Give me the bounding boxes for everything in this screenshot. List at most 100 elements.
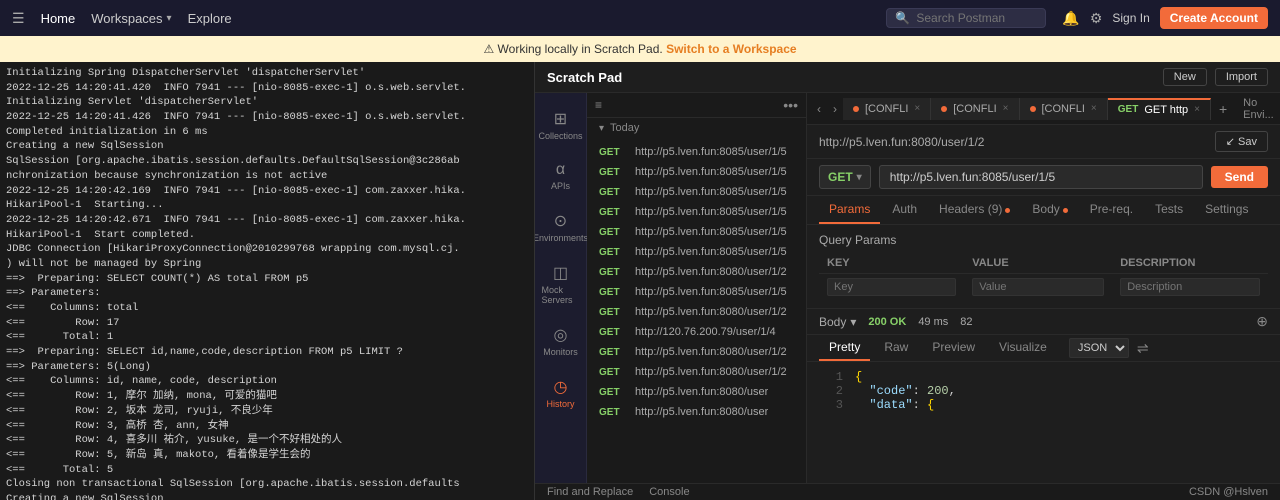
new-button[interactable]: New [1163, 68, 1207, 86]
response-size: 82 [960, 316, 972, 328]
history-method: GET [599, 327, 627, 338]
history-list[interactable]: GEThttp://p5.lven.fun:8085/user/1/5GETht… [587, 138, 806, 483]
console-button[interactable]: Console [649, 486, 689, 498]
nav-explore[interactable]: Explore [188, 11, 232, 26]
terminal-line: <== Row: 17 [6, 316, 528, 331]
history-item[interactable]: GEThttp://p5.lven.fun:8085/user/1/5 [587, 202, 806, 222]
resp-tab-raw[interactable]: Raw [874, 335, 918, 361]
terminal-line: Creating a new SqlSession [6, 139, 528, 154]
nav-workspaces[interactable]: Workspaces ▾ [91, 11, 171, 26]
resp-tab-visualize[interactable]: Visualize [989, 335, 1057, 361]
method-select[interactable]: GET ▾ [819, 165, 871, 189]
terminal-panel[interactable]: Initializing Spring DispatcherServlet 'd… [0, 62, 535, 500]
params-section: Query Params KEY VALUE DESCRIPTION [807, 225, 1280, 308]
response-body[interactable]: 1{ 2 "code": 200, 3 "data": { [807, 362, 1280, 483]
tabs-next-button[interactable]: › [827, 98, 843, 120]
tab-close-icon[interactable]: × [914, 103, 920, 114]
tabs-prev-button[interactable]: ‹ [811, 98, 827, 120]
tabs-container: [CONFLI×[CONFLI×[CONFLI×GETGET http× [843, 98, 1211, 120]
wrap-icon[interactable]: ⇌ [1137, 340, 1149, 357]
url-input[interactable] [879, 165, 1203, 189]
terminal-line: JDBC Connection [HikariProxyConnection@2… [6, 242, 528, 257]
filter-icon[interactable]: ≡ [595, 98, 602, 112]
history-url: http://p5.lven.fun:8080/user [635, 386, 768, 398]
req-tab-params[interactable]: Params [819, 196, 880, 224]
nav-search[interactable]: 🔍 [886, 8, 1046, 28]
req-tab-body[interactable]: Body [1022, 196, 1077, 224]
body-label[interactable]: Body ▾ [819, 315, 856, 329]
key-input[interactable] [827, 278, 956, 296]
bell-icon[interactable]: 🔔 [1062, 10, 1079, 27]
tab-label: [CONFLI [865, 103, 908, 115]
history-filter-bar: ≡ ••• [587, 93, 806, 118]
history-item[interactable]: GEThttp://p5.lven.fun:8080/user/1/2 [587, 342, 806, 362]
history-item[interactable]: GEThttp://p5.lven.fun:8085/user/1/5 [587, 142, 806, 162]
value-input[interactable] [972, 278, 1104, 296]
req-tab-auth[interactable]: Auth [882, 196, 927, 224]
import-button[interactable]: Import [1215, 68, 1268, 86]
terminal-line: 2022-12-25 14:20:42.671 INFO 7941 --- [n… [6, 213, 528, 228]
settings-icon[interactable]: ⚙ [1090, 10, 1103, 27]
history-item[interactable]: GEThttp://120.76.200.79/user/1/4 [587, 322, 806, 342]
sidebar-item-collections[interactable]: ⊞Collections [538, 101, 584, 149]
sidebar-item-environments[interactable]: ⊙Environments [538, 203, 584, 251]
history-item[interactable]: GEThttp://p5.lven.fun:8085/user/1/5 [587, 182, 806, 202]
tab-close-icon[interactable]: × [1003, 103, 1009, 114]
history-item[interactable]: GEThttp://p5.lven.fun:8080/user [587, 402, 806, 422]
save-button[interactable]: ↙ Sav [1215, 131, 1268, 152]
key-column-header: KEY [819, 253, 964, 274]
sidebar-item-apis[interactable]: αAPIs [538, 153, 584, 199]
tab-item-1[interactable]: [CONFLI× [931, 98, 1019, 120]
sidebar-icon-label: Environments [535, 233, 588, 243]
desc-input[interactable] [1120, 278, 1260, 296]
history-url: http://p5.lven.fun:8085/user/1/5 [635, 166, 787, 178]
tab-item-0[interactable]: [CONFLI × [843, 98, 931, 120]
json-format-select[interactable]: JSON [1069, 338, 1129, 358]
environment-selector[interactable]: No Envi... [1235, 97, 1280, 121]
req-tab-pre-req-[interactable]: Pre-req. [1080, 196, 1143, 224]
switch-workspace-link[interactable]: Switch to a Workspace [666, 42, 796, 56]
history-item[interactable]: GEThttp://p5.lven.fun:8080/user/1/2 [587, 262, 806, 282]
tab-item-2[interactable]: [CONFLI× [1020, 98, 1108, 120]
terminal-line: 2022-12-25 14:20:41.426 INFO 7941 --- [n… [6, 110, 528, 125]
history-item[interactable]: GEThttp://p5.lven.fun:8085/user/1/5 [587, 222, 806, 242]
history-method: GET [599, 187, 627, 198]
format-icon[interactable]: ⊕ [1256, 313, 1268, 330]
hamburger-icon[interactable]: ☰ [12, 10, 25, 27]
history-item[interactable]: GEThttp://p5.lven.fun:8085/user/1/5 [587, 282, 806, 302]
history-url: http://p5.lven.fun:8085/user/1/5 [635, 226, 787, 238]
nav-home[interactable]: Home [41, 11, 76, 26]
terminal-line: Creating a new SqlSession [6, 492, 528, 500]
terminal-line: <== Row: 5, 新岛 真, makoto, 看着像是学生会的 [6, 448, 528, 463]
search-input[interactable] [916, 11, 1026, 25]
add-tab-button[interactable]: + [1211, 97, 1235, 121]
postman-inner: ⊞CollectionsαAPIs⊙Environments◫Mock Serv… [535, 93, 1280, 483]
sidebar-icon-sym: α [556, 161, 565, 179]
sidebar-item-history[interactable]: ◷History [538, 369, 584, 417]
history-item[interactable]: GEThttp://p5.lven.fun:8080/user/1/2 [587, 302, 806, 322]
json-line-2: 2 "code": 200, [819, 384, 1268, 398]
tab-item-3[interactable]: GETGET http× [1108, 98, 1211, 120]
send-button[interactable]: Send [1211, 166, 1268, 188]
history-item[interactable]: GEThttp://p5.lven.fun:8080/user/1/2 [587, 362, 806, 382]
terminal-line: ==> Parameters: 5(Long) [6, 360, 528, 375]
req-tab-headers----[interactable]: Headers (9) [929, 196, 1020, 224]
resp-tab-pretty[interactable]: Pretty [819, 335, 870, 361]
signin-button[interactable]: Sign In [1112, 11, 1149, 25]
tab-unsaved-dot [941, 106, 947, 112]
history-item[interactable]: GEThttp://p5.lven.fun:8085/user/1/5 [587, 162, 806, 182]
create-account-button[interactable]: Create Account [1160, 7, 1268, 29]
find-replace-button[interactable]: Find and Replace [547, 486, 633, 498]
req-tab-tests[interactable]: Tests [1145, 196, 1193, 224]
history-method: GET [599, 287, 627, 298]
tab-close-icon[interactable]: × [1194, 104, 1200, 115]
history-item[interactable]: GEThttp://p5.lven.fun:8085/user/1/5 [587, 242, 806, 262]
req-tab-settings[interactable]: Settings [1195, 196, 1258, 224]
sidebar-item-mock-servers[interactable]: ◫Mock Servers [538, 255, 584, 313]
history-item[interactable]: GEThttp://p5.lven.fun:8080/user [587, 382, 806, 402]
tab-close-icon[interactable]: × [1091, 103, 1097, 114]
more-options-icon[interactable]: ••• [783, 97, 798, 113]
response-area: Body ▾ 200 OK 49 ms 82 ⊕ PrettyRawPrevie… [807, 308, 1280, 483]
sidebar-item-monitors[interactable]: ◎Monitors [538, 317, 584, 365]
resp-tab-preview[interactable]: Preview [922, 335, 985, 361]
